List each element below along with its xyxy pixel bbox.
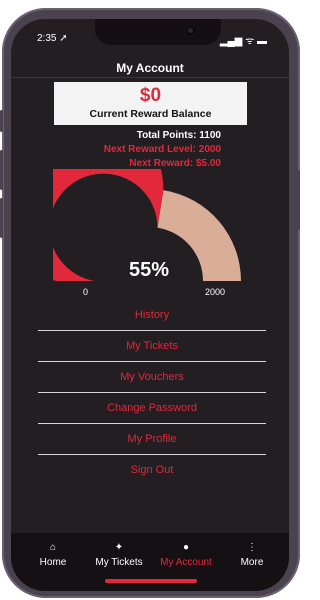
side-button	[0, 110, 3, 132]
app-screen: 2:35 ➚ ▂▄▆ ᯤ ▬ My Account $0 Current Rew…	[11, 19, 289, 591]
tab-my-account[interactable]: ● My Account	[151, 541, 221, 568]
menu-item-history[interactable]: History	[38, 300, 266, 331]
gauge-max-label: 2000	[205, 287, 226, 297]
header-divider	[11, 77, 289, 78]
ticket-icon: ✦	[114, 542, 124, 553]
reward-balance-amount: $0	[139, 85, 162, 106]
menu-item-my-vouchers[interactable]: My Vouchers	[38, 362, 266, 393]
menu-item-my-tickets[interactable]: My Tickets	[38, 331, 266, 362]
home-icon: ⌂	[49, 542, 57, 553]
volume-up-button	[0, 150, 3, 190]
menu-item-change-password[interactable]: Change Password	[38, 393, 266, 424]
total-points: Total Points: 1100	[136, 130, 221, 141]
tab-my-tickets[interactable]: ✦ My Tickets	[84, 541, 154, 568]
status-icons: ▂▄▆ ᯤ ▬	[219, 36, 267, 47]
more-icon: ⋮	[247, 542, 257, 553]
tab-home-label: Home	[39, 557, 67, 568]
reward-balance-label: Current Reward Balance	[89, 108, 212, 120]
menu-item-my-profile[interactable]: My Profile	[38, 424, 266, 455]
power-button	[297, 170, 300, 230]
tab-my-account-label: My Account	[160, 557, 212, 568]
next-reward-amount: Next Reward: $5.00	[129, 158, 221, 169]
tab-my-tickets-label: My Tickets	[95, 557, 143, 568]
volume-down-button	[0, 198, 3, 238]
home-indicator	[105, 579, 197, 583]
reward-balance-card: $0 Current Reward Balance	[54, 82, 247, 125]
tab-home[interactable]: ⌂ Home	[18, 541, 88, 568]
camera-icon	[186, 26, 195, 35]
gauge-percent: 55%	[128, 259, 170, 281]
tab-more-label: More	[240, 557, 264, 568]
page-title: My Account	[116, 61, 184, 75]
notch	[95, 19, 221, 45]
status-time: 2:35 ➚	[37, 33, 68, 44]
gauge-min-label: 0	[83, 287, 89, 297]
menu-item-sign-out[interactable]: Sign Out	[38, 455, 266, 485]
account-menu: History My Tickets My Vouchers Change Pa…	[38, 300, 266, 485]
tab-more[interactable]: ⋮ More	[217, 541, 287, 568]
next-reward-level: Next Reward Level: 2000	[103, 144, 221, 155]
person-icon: ●	[182, 542, 190, 553]
points-gauge: 55% 0 2000	[11, 98, 245, 297]
